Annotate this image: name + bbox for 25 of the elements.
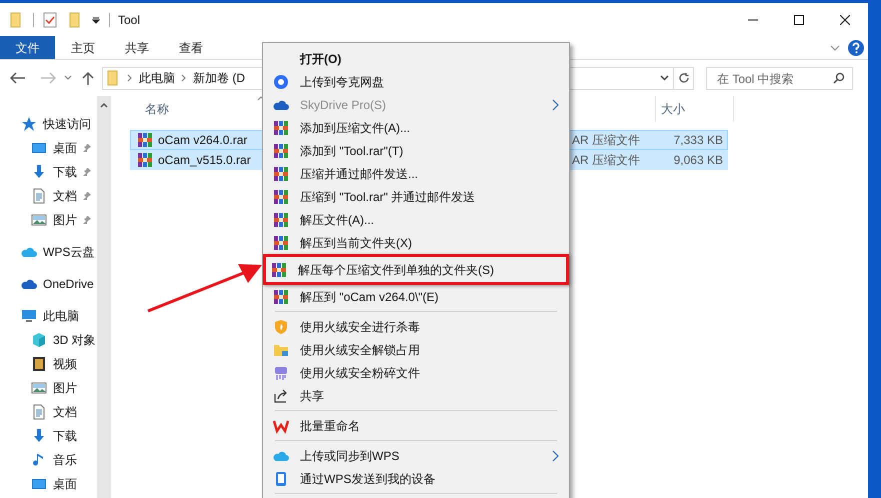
menu-label: 添加到 "Tool.rar"(T) [300, 142, 404, 160]
menu-label: 上传到夸克网盘 [300, 74, 384, 90]
menu-label: 共享 [300, 388, 324, 404]
file-size: 9,063 KB [672, 152, 723, 169]
file-size: 7,333 KB [672, 132, 723, 149]
menu-label: 压缩到 "Tool.rar" 并通过邮件发送 [300, 188, 476, 206]
menu-label: 添加到压缩文件(A)... [300, 120, 410, 136]
menu-label: 打开(O) [300, 50, 342, 68]
menu-label: 解压每个压缩文件到单独的文件夹(S) [298, 262, 494, 278]
menu-label: 批量重命名 [300, 418, 360, 434]
menu-label: 使用火绒安全进行杀毒 [300, 318, 420, 336]
menu-label: 压缩并通过邮件发送... [300, 166, 418, 182]
file-type: AR 压缩文件 [572, 152, 642, 169]
file-name: oCam v264.0.rar [158, 132, 248, 149]
file-type: AR 压缩文件 [572, 132, 642, 149]
menu-label: SkyDrive Pro(S) [300, 96, 386, 114]
file-name: oCam_v515.0.rar [158, 152, 251, 169]
menu-label: 使用火绒安全粉碎文件 [300, 364, 420, 382]
menu-label: 解压到当前文件夹(X) [300, 234, 412, 252]
menu-label: 通过WPS发送到我的设备 [300, 470, 436, 488]
menu-label: 解压到 "oCam v264.0\"(E) [300, 288, 439, 306]
menu-label: 解压文件(A)... [300, 212, 374, 228]
menu-label: 使用火绒安全解锁占用 [300, 342, 420, 358]
menu-label: 上传或同步到WPS [300, 448, 400, 464]
window-title: Tool [118, 12, 140, 28]
